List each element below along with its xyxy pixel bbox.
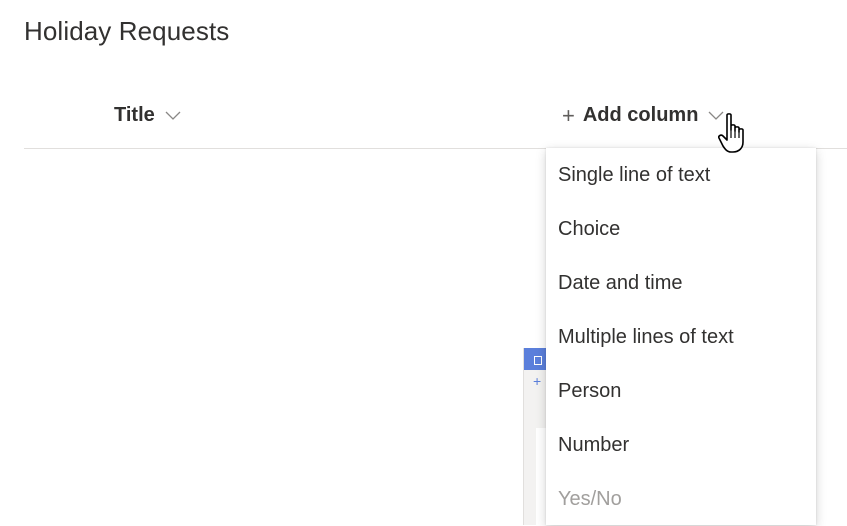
chevron-down-icon [165,111,181,120]
column-header-title[interactable]: Title [114,104,181,127]
hand-pointer-icon [718,113,744,153]
menu-item-person[interactable]: Person [546,364,816,418]
menu-item-yes-no[interactable]: Yes/No [546,472,816,526]
plus-icon: + [562,102,575,128]
column-header-title-label: Title [114,104,155,126]
thumbnail-square-icon [534,356,542,365]
menu-item-date-time[interactable]: Date and time [546,256,816,310]
menu-item-number[interactable]: Number [546,418,816,472]
menu-item-choice[interactable]: Choice [546,202,816,256]
add-column-button[interactable]: + Add column [562,104,724,127]
add-column-dropdown: Single line of text Choice Date and time… [546,148,816,525]
page-title: Holiday Requests [24,16,230,46]
add-column-label: Add column [582,104,699,126]
menu-item-single-line-text[interactable]: Single line of text [546,148,816,202]
thumbnail-plus-icon: + [533,373,542,389]
menu-item-multiple-lines-text[interactable]: Multiple lines of text [546,310,816,364]
